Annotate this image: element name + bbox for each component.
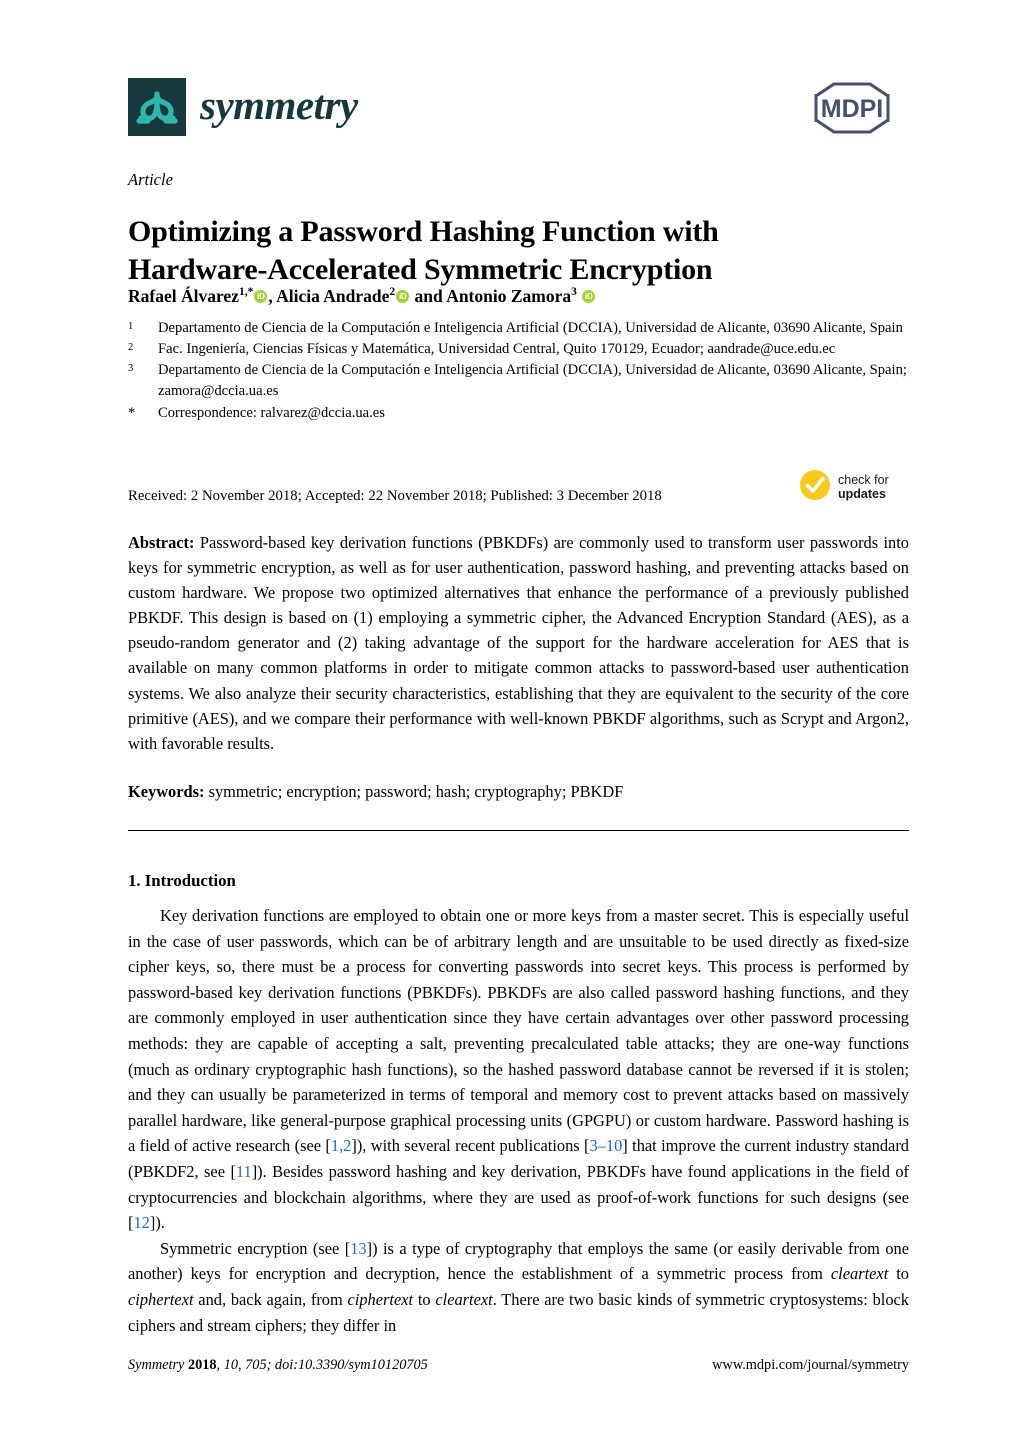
affiliation-marker: 3: [128, 363, 134, 375]
citation-link[interactable]: 1,2: [331, 1136, 352, 1155]
masthead: symmetry MDPI: [128, 78, 900, 148]
paragraph-2-part-c: to: [888, 1264, 909, 1284]
author-affiliation-marker: 3: [571, 286, 577, 299]
paper-page: symmetry MDPI Article Optimizing a Passw…: [0, 0, 1020, 1442]
author-affiliation-marker: 2: [389, 286, 396, 299]
article-type-label: Article: [128, 170, 173, 189]
badge-line-2: updates: [838, 487, 886, 501]
emphasis-cleartext: cleartext: [435, 1289, 493, 1309]
correspondence-text: Correspondence: ralvarez@dccia.ua.es: [158, 404, 385, 421]
paragraph-2-part-d: and, back again, from: [193, 1289, 348, 1309]
paragraph-1-part-b: ]), with several recent publications [: [351, 1136, 590, 1156]
citation-link[interactable]: 12: [133, 1213, 149, 1232]
orcid-icon[interactable]: iD: [396, 290, 410, 303]
author-affiliation-marker: 1,*: [238, 286, 254, 299]
orcid-icon[interactable]: iD: [582, 290, 596, 303]
section-heading-introduction: 1. Introduction: [128, 871, 236, 890]
footer-url[interactable]: www.mdpi.com/journal/symmetry: [712, 1357, 909, 1374]
abstract-label: Abstract:: [128, 533, 195, 552]
paragraph-2-part-e: to: [413, 1289, 436, 1309]
author-name: Alicia Andrade: [276, 286, 390, 306]
author-list: Rafael Álvarez1,* iD, Alicia Andrade2 iD a…: [128, 285, 596, 308]
abstract-block: Abstract: Password-based key derivation …: [128, 530, 909, 756]
correspondence-row: * Correspondence: ralvarez@dccia.ua.es: [128, 403, 908, 424]
affiliation-text: Departamento de Ciencia de la Computació…: [158, 362, 907, 400]
correspondence-marker: *: [128, 404, 136, 421]
body-text: Key derivation functions are employed to…: [128, 903, 909, 1338]
footer-year: 2018: [187, 1357, 217, 1373]
author-name: Rafael Álvarez: [128, 286, 239, 306]
check-circle-icon: [799, 469, 831, 506]
author-conjunction: and: [414, 286, 443, 306]
paragraph-1-part-a: Key derivation functions are employed to…: [128, 906, 909, 1156]
mdpi-logo-icon: MDPI: [804, 80, 900, 136]
publication-dates: Received: 2 November 2018; Accepted: 22 …: [128, 488, 662, 504]
keywords-label: Keywords:: [128, 782, 205, 801]
citation-link[interactable]: 3–10: [590, 1136, 623, 1155]
footer-citation: Symmetry 2018, 10, 705; doi:10.3390/sym1…: [128, 1357, 428, 1374]
emphasis-cleartext: cleartext: [830, 1264, 889, 1284]
paragraph-2: Symmetric encryption (see [13]) is a typ…: [128, 1236, 909, 1338]
footer-journal-name: Symmetry: [128, 1357, 185, 1373]
paragraph-1: Key derivation functions are employed to…: [128, 903, 909, 1236]
affiliation-row: 3 Departamento de Ciencia de la Computac…: [128, 360, 908, 402]
svg-text:MDPI: MDPI: [821, 95, 884, 123]
affiliation-marker: 1: [128, 321, 134, 332]
emphasis-ciphertext: ciphertext: [347, 1289, 414, 1309]
author-separator: ,: [268, 286, 277, 306]
citation-link[interactable]: 13: [350, 1239, 366, 1258]
keywords-text: symmetric; encryption; password; hash; c…: [208, 782, 624, 801]
abstract-text: Password-based key derivation functions …: [128, 533, 909, 753]
footer-volume-doi: , 10, 705; doi:10.3390/sym10120705: [216, 1357, 428, 1373]
check-for-updates-badge[interactable]: check for updates: [799, 466, 907, 508]
page-title: Optimizing a Password Hashing Function w…: [128, 215, 719, 287]
badge-line-1: check for: [838, 473, 889, 487]
journal-brand: symmetry: [128, 78, 358, 136]
affiliation-text: Departamento de Ciencia de la Computació…: [158, 320, 903, 336]
affiliation-list: 1 Departamento de Ciencia de la Computac…: [128, 318, 908, 424]
journal-title: symmetry: [200, 81, 358, 128]
check-for-updates-label: check for updates: [838, 473, 889, 501]
affiliation-row: 2 Fac. Ingeniería, Ciencias Físicas y Ma…: [128, 339, 908, 360]
emphasis-ciphertext: ciphertext: [128, 1289, 194, 1309]
section-divider: [128, 830, 909, 831]
symmetry-logo-icon: [128, 78, 186, 136]
author-name: Antonio Zamora: [446, 286, 572, 306]
affiliation-marker: 2: [128, 342, 134, 354]
affiliation-text: Fac. Ingeniería, Ciencias Físicas y Mate…: [158, 341, 836, 358]
affiliation-row: 1 Departamento de Ciencia de la Computac…: [128, 318, 908, 339]
paragraph-1-part-e: ]).: [149, 1213, 165, 1233]
citation-link[interactable]: 11: [236, 1162, 252, 1181]
paragraph-2-part-a: Symmetric encryption (see [: [160, 1238, 351, 1258]
keywords-block: Keywords: symmetric; encryption; passwor…: [128, 780, 909, 805]
orcid-icon[interactable]: iD: [254, 290, 268, 303]
